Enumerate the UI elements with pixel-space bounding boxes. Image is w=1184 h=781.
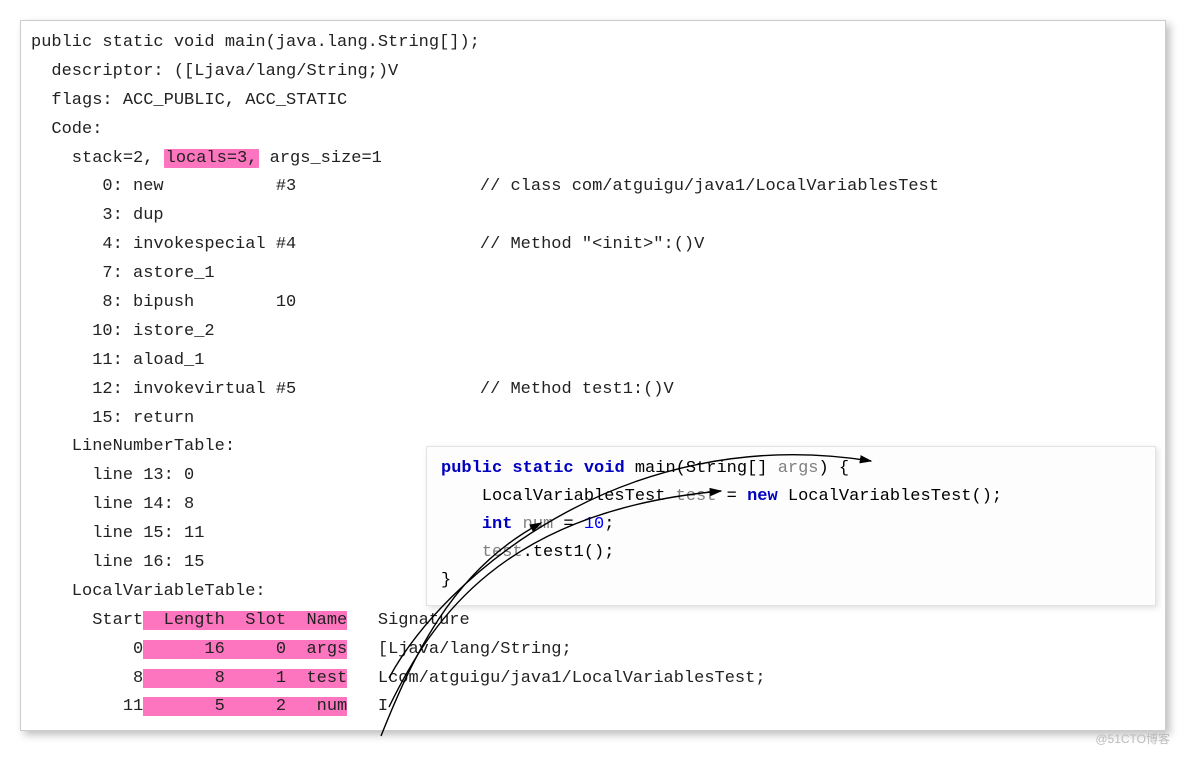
instruction-line: 3: dup [31, 202, 1161, 231]
src-main: main(String[] [625, 459, 778, 478]
instruction-line: 11: aload_1 [31, 347, 1161, 376]
lvt-pink: 8 1 test [143, 669, 347, 688]
src-args: args [778, 459, 819, 478]
src-line-2: LocalVariablesTest test = new LocalVaria… [441, 483, 1141, 511]
kw-public: public [441, 459, 502, 478]
src-eq1: = [716, 487, 747, 506]
src-close: ) { [819, 459, 850, 478]
lvt-post: Lcom/atguigu/java1/LocalVariablesTest; [347, 669, 765, 688]
args-suffix: args_size=1 [259, 149, 381, 168]
lvt-row: 0 16 0 args [Ljava/lang/String; [31, 636, 1161, 665]
instruction-line: 15: return [31, 405, 1161, 434]
lvt-pre: 0 [31, 640, 143, 659]
lvt-header-pink: Length Slot Name [143, 611, 347, 630]
lvt-rows: 0 16 0 args [Ljava/lang/String; 8 8 1 te… [31, 636, 1161, 723]
lvt-post: I [347, 697, 388, 716]
locals-highlight: locals=3, [164, 149, 260, 168]
src-l4b: .test1(); [523, 543, 615, 562]
src-test-var: test [676, 487, 717, 506]
lvt-pink: 5 2 num [143, 697, 347, 716]
lvt-row: 11 5 2 num I [31, 693, 1161, 722]
lvt-pre: 11 [31, 697, 143, 716]
kw-void: void [584, 459, 625, 478]
instruction-block: 0: new #3 // class com/atguigu/java1/Loc… [31, 173, 1161, 433]
code-label: Code: [31, 116, 1161, 145]
instruction-line: 0: new #3 // class com/atguigu/java1/Loc… [31, 173, 1161, 202]
src-line-1: public static void main(String[] args) { [441, 455, 1141, 483]
instruction-line: 4: invokespecial #4 // Method "<init>":(… [31, 231, 1161, 260]
watermark: @51CTO博客 [1095, 730, 1170, 747]
src-eq2: = [553, 515, 584, 534]
kw-int: int [482, 515, 513, 534]
lvt-row: 8 8 1 test Lcom/atguigu/java1/LocalVaria… [31, 665, 1161, 694]
lvt-pre: 8 [31, 669, 143, 688]
lvt-pink: 16 0 args [143, 640, 347, 659]
lvt-header: Start Length Slot Name Signature [31, 607, 1161, 636]
kw-new: new [747, 487, 778, 506]
src-l2a: LocalVariablesTest [441, 487, 676, 506]
src-line-4: test.test1(); [441, 539, 1141, 567]
src-l2b: LocalVariablesTest(); [778, 487, 1002, 506]
instruction-line: 7: astore_1 [31, 260, 1161, 289]
stack-prefix: stack=2, [31, 149, 164, 168]
instruction-line: 8: bipush 10 [31, 289, 1161, 318]
method-signature: public static void main(java.lang.String… [31, 29, 1161, 58]
src-l4a [441, 543, 482, 562]
instruction-line: 10: istore_2 [31, 318, 1161, 347]
lvt-header-post: Signature [347, 611, 469, 630]
src-line-5: } [441, 567, 1141, 595]
stack-line: stack=2, locals=3, args_size=1 [31, 145, 1161, 174]
flags-line: flags: ACC_PUBLIC, ACC_STATIC [31, 87, 1161, 116]
kw-static: static [512, 459, 573, 478]
lvt-header-pre: Start [31, 611, 143, 630]
src-line-3: int num = 10; [441, 511, 1141, 539]
src-num: num [512, 515, 553, 534]
instruction-line: 12: invokevirtual #5 // Method test1:()V [31, 376, 1161, 405]
source-inset: public static void main(String[] args) {… [426, 446, 1156, 606]
descriptor-line: descriptor: ([Ljava/lang/String;)V [31, 58, 1161, 87]
src-test2: test [482, 543, 523, 562]
lvt-post: [Ljava/lang/String; [347, 640, 571, 659]
bytecode-panel: public static void main(java.lang.String… [20, 20, 1166, 731]
src-semi: ; [604, 515, 614, 534]
src-10: 10 [584, 515, 604, 534]
